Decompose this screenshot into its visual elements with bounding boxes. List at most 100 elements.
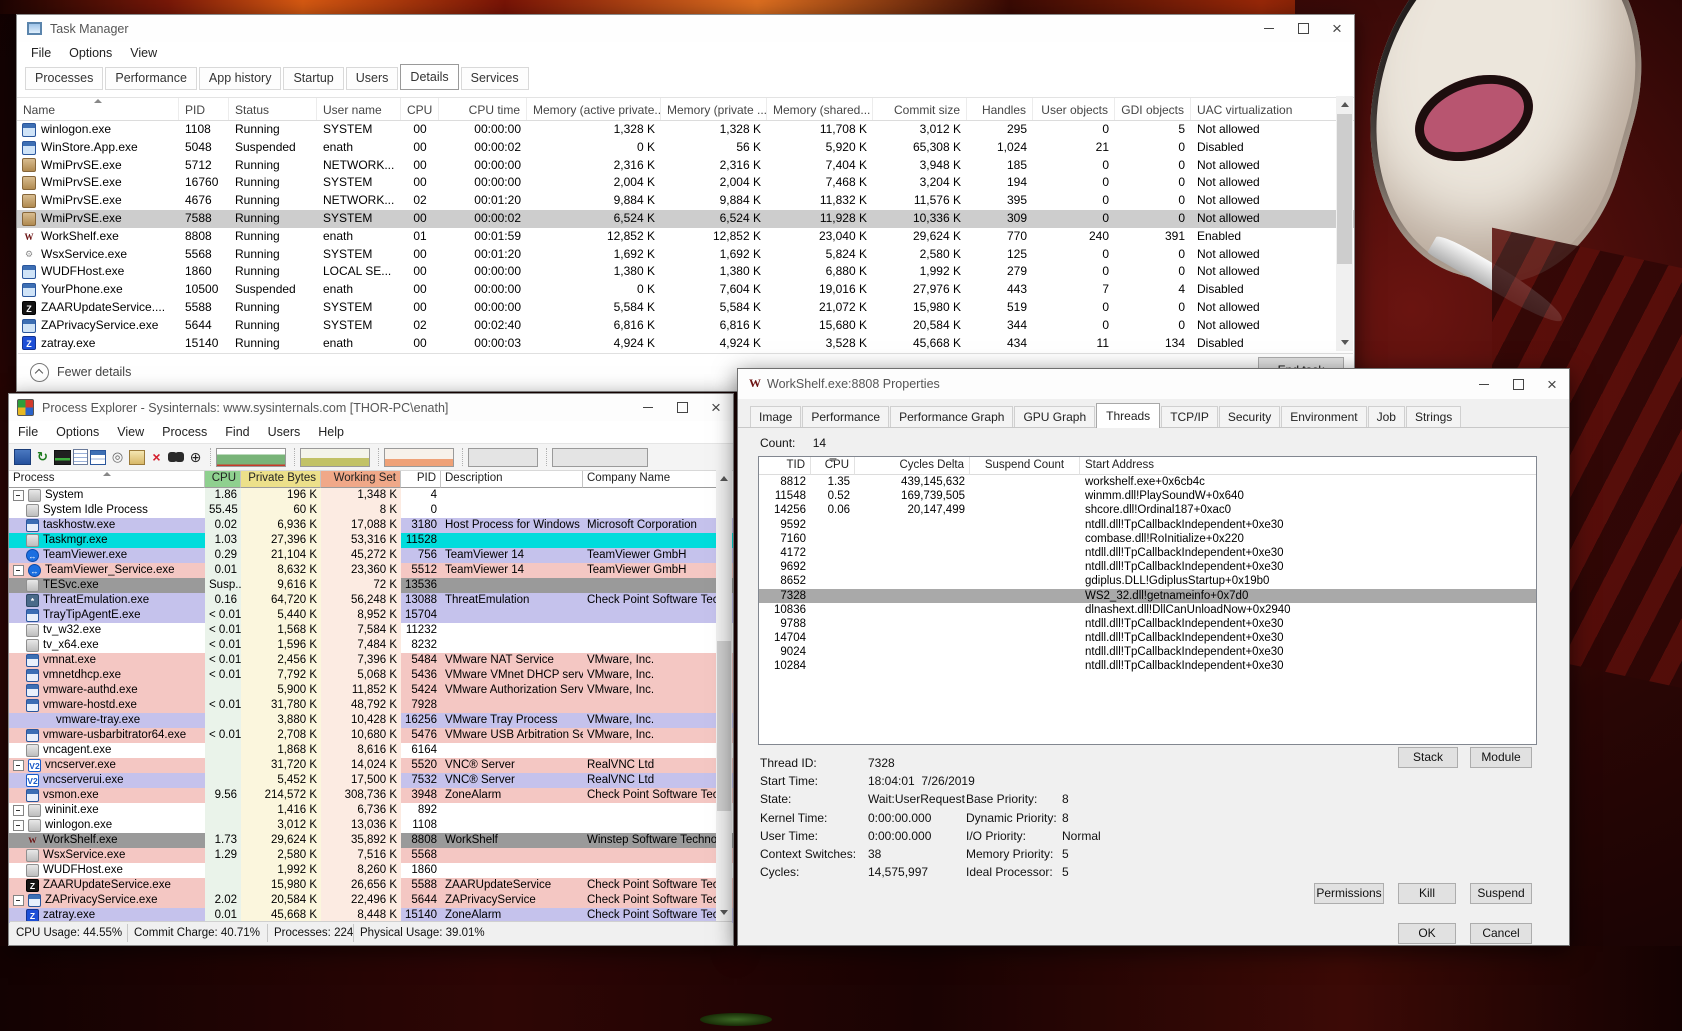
- tm-process-row[interactable]: WmiPrvSE.exe16760RunningSYSTEM0000:00:00…: [17, 174, 1354, 192]
- thread-row[interactable]: 8652gdiplus.DLL!GdiplusStartup+0x19b0: [759, 574, 1536, 588]
- tree-collapse-icon[interactable]: [13, 820, 24, 831]
- memory-history-graph[interactable]: [300, 448, 370, 467]
- thread-row[interactable]: 9788ntdll.dll!TpCallbackIndependent+0xe3…: [759, 617, 1536, 631]
- menu-item-find[interactable]: Find: [216, 425, 258, 439]
- close-icon[interactable]: [1320, 15, 1354, 42]
- pe-column-header[interactable]: Company Name: [583, 471, 717, 488]
- pe-process-row[interactable]: Taskmgr.exe1.0327,396 K53,316 K11528: [9, 533, 733, 548]
- tab-job[interactable]: Job: [1368, 406, 1405, 427]
- pe-process-row[interactable]: System1.86196 K1,348 K4: [9, 488, 733, 503]
- tab-image[interactable]: Image: [750, 406, 801, 427]
- menu-item-file[interactable]: File: [22, 46, 60, 60]
- tm-column-header[interactable]: User objects: [1033, 98, 1115, 120]
- io-history-graph[interactable]: [384, 448, 454, 467]
- pe-process-row[interactable]: vmnat.exe< 0.012,456 K7,396 K5484VMware …: [9, 653, 733, 668]
- tab-performance[interactable]: Performance: [802, 406, 889, 427]
- tm-process-row[interactable]: ZAARUpdateService....5588RunningSYSTEM00…: [17, 299, 1354, 317]
- cancel-button[interactable]: Cancel: [1470, 923, 1532, 944]
- tm-process-row[interactable]: WUDFHost.exe1860RunningLOCAL SE...0000:0…: [17, 263, 1354, 281]
- tm-column-header[interactable]: User name: [317, 98, 401, 120]
- tm-column-header[interactable]: Commit size: [873, 98, 967, 120]
- menu-item-view[interactable]: View: [121, 46, 166, 60]
- tm-column-header[interactable]: Name: [17, 98, 179, 120]
- menu-item-options[interactable]: Options: [47, 425, 108, 439]
- properties-icon[interactable]: [129, 450, 145, 465]
- pe-process-row[interactable]: vmware-usbarbitrator64.exe< 0.012,708 K1…: [9, 728, 733, 743]
- minimize-icon[interactable]: [1467, 369, 1501, 399]
- thread-row[interactable]: 9024ntdll.dll!TpCallbackIndependent+0xe3…: [759, 645, 1536, 659]
- dialog-titlebar[interactable]: WorkShelf.exe:8808 Properties: [738, 369, 1569, 399]
- tm-column-header[interactable]: GDI objects: [1115, 98, 1191, 120]
- tm-process-row[interactable]: WmiPrvSE.exe7588RunningSYSTEM0000:00:026…: [17, 210, 1354, 228]
- pe-process-row[interactable]: wininit.exe1,416 K6,736 K892: [9, 803, 733, 818]
- pe-process-row[interactable]: vmware-authd.exe5,900 K11,852 K5424VMwar…: [9, 683, 733, 698]
- minimize-icon[interactable]: [1252, 15, 1286, 42]
- pe-column-header[interactable]: Private Bytes: [241, 471, 321, 488]
- tab-gpu-graph[interactable]: GPU Graph: [1014, 406, 1095, 427]
- tm-process-row[interactable]: winlogon.exe1108RunningSYSTEM0000:00:001…: [17, 121, 1354, 139]
- process-tree-icon[interactable]: [73, 449, 88, 465]
- pe-process-row[interactable]: TeamViewer.exe0.2921,104 K45,272 K756Tea…: [9, 548, 733, 563]
- module-button[interactable]: Module: [1470, 747, 1532, 768]
- scroll-down-icon[interactable]: [1336, 334, 1353, 351]
- pe-column-header[interactable]: CPU: [205, 471, 241, 488]
- pe-process-row[interactable]: ZAARUpdateService.exe15,980 K26,656 K558…: [9, 878, 733, 893]
- scroll-up-icon[interactable]: [716, 470, 732, 487]
- tab-startup[interactable]: Startup: [283, 67, 343, 90]
- pe-process-row[interactable]: WsxService.exe1.292,580 K7,516 K5568: [9, 848, 733, 863]
- pe-process-row[interactable]: tv_x64.exe< 0.011,596 K7,484 K8232: [9, 638, 733, 653]
- system-information-icon[interactable]: [54, 450, 71, 465]
- tab-app-history[interactable]: App history: [199, 67, 282, 90]
- dll-view-icon[interactable]: [108, 448, 127, 466]
- tm-column-header[interactable]: PID: [179, 98, 229, 120]
- tree-collapse-icon[interactable]: [13, 565, 24, 576]
- pe-process-row[interactable]: ThreatEmulation.exe0.1664,720 K56,248 K1…: [9, 593, 733, 608]
- pe-scrollbar-thumb[interactable]: [717, 641, 731, 811]
- thread-row[interactable]: 88121.35439,145,632workshelf.exe+0x6cb4c: [759, 475, 1536, 489]
- tab-performance-graph[interactable]: Performance Graph: [890, 406, 1013, 427]
- thread-row[interactable]: 10836dlnashext.dll!DllCanUnloadNow+0x294…: [759, 603, 1536, 617]
- pe-process-row[interactable]: vmware-tray.exe3,880 K10,428 K16256VMwar…: [9, 713, 733, 728]
- tm-process-row[interactable]: WmiPrvSE.exe4676RunningNETWORK...0200:01…: [17, 192, 1354, 210]
- kill-process-icon[interactable]: [147, 448, 166, 466]
- thread-column-header[interactable]: Suspend Count: [970, 457, 1080, 475]
- tm-process-row[interactable]: zatray.exe15140Runningenath0000:00:034,9…: [17, 335, 1354, 353]
- tab-strings[interactable]: Strings: [1406, 406, 1461, 427]
- menu-item-users[interactable]: Users: [259, 425, 310, 439]
- pe-process-row[interactable]: TeamViewer_Service.exe0.018,632 K23,360 …: [9, 563, 733, 578]
- refresh-icon[interactable]: [33, 448, 52, 466]
- tm-process-row[interactable]: WinStore.App.exe5048Suspendedenath0000:0…: [17, 139, 1354, 157]
- tab-tcp-ip[interactable]: TCP/IP: [1161, 406, 1218, 427]
- lower-pane-icon[interactable]: [90, 450, 106, 465]
- menu-item-options[interactable]: Options: [60, 46, 121, 60]
- tm-column-header[interactable]: CPU time: [439, 98, 527, 120]
- cpu-history-graph[interactable]: [216, 448, 286, 467]
- pe-column-header[interactable]: Process: [9, 471, 205, 488]
- thread-list[interactable]: TIDCPUCycles DeltaSuspend CountStart Add…: [758, 456, 1537, 745]
- thread-row[interactable]: 9692ntdll.dll!TpCallbackIndependent+0xe3…: [759, 560, 1536, 574]
- fewer-details-button[interactable]: Fewer details: [30, 363, 131, 382]
- maximize-icon[interactable]: [1501, 369, 1535, 399]
- menu-item-help[interactable]: Help: [309, 425, 353, 439]
- kill-button[interactable]: Kill: [1398, 883, 1456, 904]
- thread-row[interactable]: 9592ntdll.dll!TpCallbackIndependent+0xe3…: [759, 518, 1536, 532]
- pe-process-row[interactable]: System Idle Process55.4560 K8 K0: [9, 503, 733, 518]
- tm-process-row[interactable]: YourPhone.exe10500Suspendedenath0000:00:…: [17, 281, 1354, 299]
- tab-threads[interactable]: Threads: [1096, 403, 1160, 428]
- stack-button[interactable]: Stack: [1398, 747, 1458, 768]
- minimize-icon[interactable]: [631, 394, 665, 421]
- tab-performance[interactable]: Performance: [105, 67, 197, 90]
- scroll-down-icon[interactable]: [716, 904, 732, 921]
- find-handle-icon[interactable]: [168, 451, 184, 463]
- suspend-button[interactable]: Suspend: [1470, 883, 1532, 904]
- pe-process-row[interactable]: vncagent.exe1,868 K8,616 K6164: [9, 743, 733, 758]
- pe-vertical-scrollbar[interactable]: [716, 470, 732, 921]
- ok-button[interactable]: OK: [1398, 923, 1456, 944]
- thread-row[interactable]: 4172ntdll.dll!TpCallbackIndependent+0xe3…: [759, 546, 1536, 560]
- pe-titlebar[interactable]: Process Explorer - Sysinternals: www.sys…: [9, 394, 733, 421]
- tree-collapse-icon[interactable]: [13, 490, 24, 501]
- pe-column-header[interactable]: PID: [401, 471, 441, 488]
- maximize-icon[interactable]: [665, 394, 699, 421]
- permissions-button[interactable]: Permissions: [1314, 883, 1384, 904]
- tm-vertical-scrollbar[interactable]: [1336, 96, 1353, 351]
